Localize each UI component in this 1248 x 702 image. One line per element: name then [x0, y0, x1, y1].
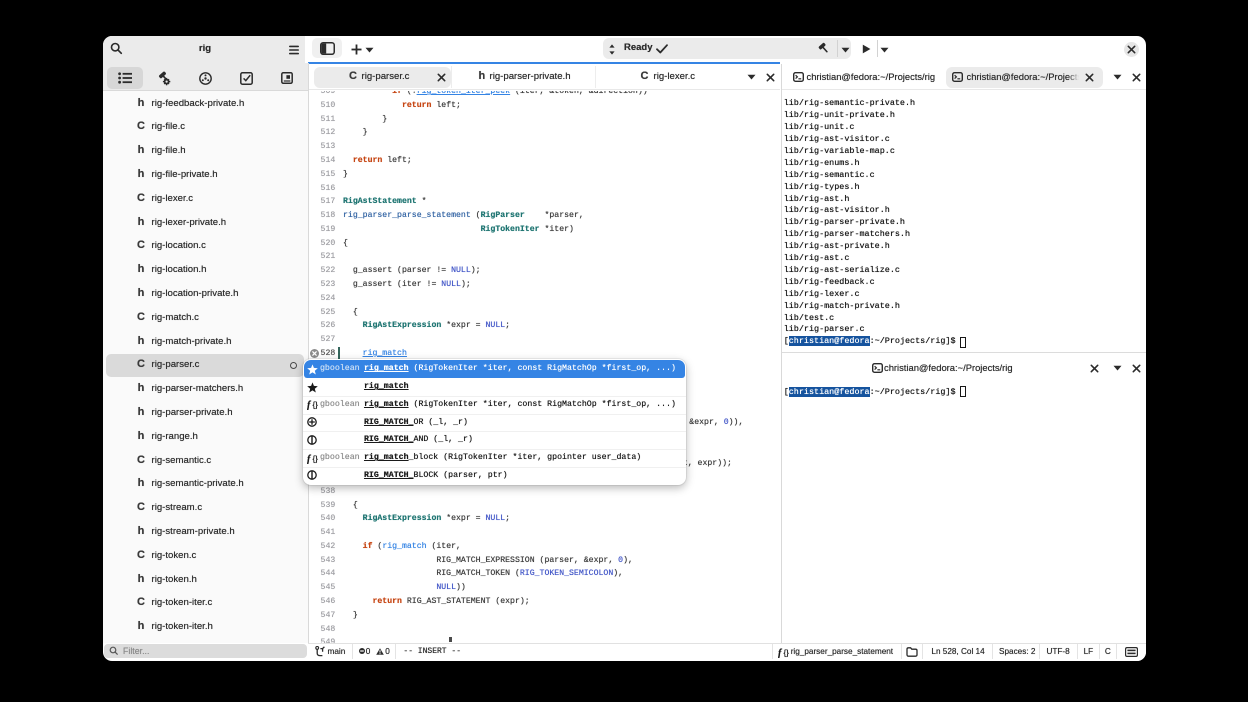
svg-text:{}: {}: [783, 648, 789, 657]
svg-text:f: f: [778, 648, 783, 658]
svg-text:f: f: [307, 454, 312, 464]
svg-text:{}: {}: [312, 454, 318, 463]
svg-text:{}: {}: [312, 401, 318, 410]
svg-text:f: f: [307, 400, 312, 410]
